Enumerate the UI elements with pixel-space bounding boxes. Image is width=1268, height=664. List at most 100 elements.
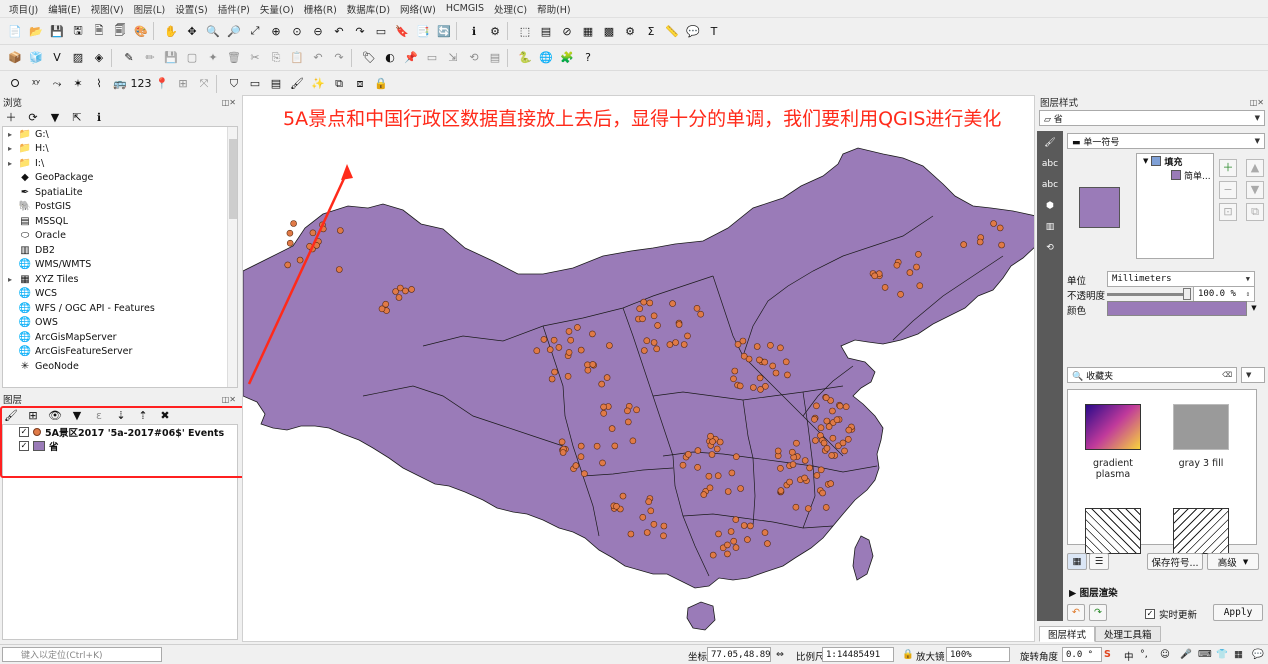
open-project-icon[interactable]: 📂 bbox=[27, 22, 45, 40]
opacity-slider[interactable] bbox=[1107, 288, 1191, 300]
opacity-slider-handle[interactable] bbox=[1183, 288, 1191, 300]
save-symbol-button[interactable]: 保存符号... bbox=[1147, 553, 1203, 570]
keyboard-icon[interactable]: ⌨ bbox=[1198, 649, 1212, 660]
save-edits-icon[interactable]: 💾 bbox=[162, 49, 180, 67]
tab-processing-toolbox[interactable]: 处理工具箱 bbox=[1095, 626, 1161, 642]
pin-labels-icon[interactable]: 📌 bbox=[402, 49, 420, 67]
refresh-icon[interactable]: ⟳ bbox=[24, 108, 42, 126]
menu-item[interactable]: 图层(L) bbox=[129, 2, 171, 16]
symbol-layer-tree[interactable]: ▼ 填充 简单... bbox=[1136, 153, 1214, 259]
attribute-table-icon[interactable]: ▦ bbox=[579, 22, 597, 40]
menu-item[interactable]: 数据库(D) bbox=[342, 2, 395, 16]
panel-close-icon[interactable]: ◫✕ bbox=[222, 98, 240, 107]
apply-button[interactable]: Apply bbox=[1213, 604, 1263, 621]
layer-paste-icon[interactable]: ⧈ bbox=[351, 75, 369, 93]
identify-icon[interactable]: ℹ bbox=[465, 22, 483, 40]
menu-item[interactable]: 设置(S) bbox=[170, 2, 212, 16]
refresh-icon[interactable]: 🔄 bbox=[435, 22, 453, 40]
mask-icon[interactable]: abc bbox=[1040, 176, 1060, 194]
new-project-icon[interactable]: 📄 bbox=[6, 22, 24, 40]
zoom-last-icon[interactable]: ↶ bbox=[330, 22, 348, 40]
label-tool-icon[interactable]: 🏷 bbox=[360, 49, 378, 67]
magic-wand-icon[interactable]: ✨ bbox=[309, 75, 327, 93]
renderer-select[interactable]: ▬ 单一符号 ▼ bbox=[1067, 133, 1265, 149]
georef-icon[interactable]: ⛉ bbox=[225, 75, 243, 93]
browser-item[interactable]: ▤ MSSQL bbox=[3, 214, 237, 229]
menu-item[interactable]: HCMGIS bbox=[441, 3, 489, 14]
symbol-tree-simple-row[interactable]: 简单... bbox=[1137, 168, 1213, 182]
menu-item[interactable]: 编辑(E) bbox=[43, 2, 85, 16]
text-annotation-icon[interactable]: T bbox=[705, 22, 723, 40]
python-console-icon[interactable]: 🐍 bbox=[516, 49, 534, 67]
rotation-field[interactable]: 0.0 ° bbox=[1062, 647, 1102, 662]
menu-item[interactable]: 视图(V) bbox=[86, 2, 129, 16]
delete-selected-icon[interactable]: 🗑 bbox=[225, 49, 243, 67]
diagrams-icon[interactable]: ▥ bbox=[1040, 218, 1060, 236]
zoom-selection-icon[interactable]: ⊕ bbox=[267, 22, 285, 40]
menu-item[interactable]: 处理(C) bbox=[489, 2, 532, 16]
count-icon[interactable]: 123 bbox=[131, 75, 152, 93]
browser-item[interactable]: 🌐 ArcGisFeatureServer bbox=[3, 345, 237, 360]
shape-tool-icon[interactable]: ⌇ bbox=[90, 75, 108, 93]
labels-icon[interactable]: abc bbox=[1040, 155, 1060, 173]
add-feature-icon[interactable]: ▢ bbox=[183, 49, 201, 67]
unit-select[interactable]: Millimeters ▼ bbox=[1107, 271, 1255, 287]
expand-arrow-icon[interactable]: ▸ bbox=[3, 144, 17, 153]
history-icon[interactable]: ⟲ bbox=[1040, 239, 1060, 257]
clear-icon[interactable]: ⌫ bbox=[1222, 371, 1236, 379]
microphone-icon[interactable]: 🎤 bbox=[1180, 649, 1192, 660]
paste-features-icon[interactable]: 📋 bbox=[288, 49, 306, 67]
pick-color-icon[interactable]: 🖌 bbox=[288, 75, 306, 93]
advanced-button[interactable]: 高级 ▼ bbox=[1207, 553, 1259, 570]
favorite-symbol[interactable]: gray 3 fill bbox=[1166, 404, 1236, 469]
split-tool-icon[interactable]: ⤧ bbox=[195, 75, 213, 93]
emoji-icon[interactable]: ☺ bbox=[1160, 649, 1170, 660]
redo-style-button[interactable]: ↷ bbox=[1089, 604, 1107, 621]
favorites-group-select[interactable]: ▼ bbox=[1241, 367, 1265, 383]
deselect-icon[interactable]: ⊘ bbox=[558, 22, 576, 40]
menu-item[interactable]: 栅格(R) bbox=[299, 2, 342, 16]
icon-view-button[interactable]: ▦ bbox=[1067, 553, 1087, 570]
opacity-spinbox[interactable]: 100.0 % ⇕ bbox=[1193, 286, 1255, 302]
browser-item[interactable]: ▥ DB2 bbox=[3, 243, 237, 258]
extent-icon[interactable]: ▭ bbox=[246, 75, 264, 93]
remove-symbol-layer-button[interactable]: − bbox=[1219, 181, 1237, 199]
help-icon[interactable]: ? bbox=[579, 49, 597, 67]
map-swipe-icon[interactable]: ▤ bbox=[267, 75, 285, 93]
color-button[interactable] bbox=[1107, 301, 1247, 316]
select-by-value-icon[interactable]: ▤ bbox=[537, 22, 555, 40]
collapse-all-icon[interactable]: ⇱ bbox=[68, 108, 86, 126]
lock-color-button[interactable]: ⊡ bbox=[1219, 203, 1237, 221]
browser-item[interactable]: ◆ GeoPackage bbox=[3, 171, 237, 186]
data-source-manager-icon[interactable]: 📦 bbox=[6, 49, 24, 67]
menu-item[interactable]: 网络(W) bbox=[395, 2, 441, 16]
layer-rendering-toggle[interactable]: ▶ 图层渲染 bbox=[1069, 585, 1118, 599]
layer-select[interactable]: ▱ 省 ▼ bbox=[1039, 110, 1265, 126]
list-view-button[interactable]: ☰ bbox=[1089, 553, 1109, 570]
magnifier-field[interactable]: 100% bbox=[946, 647, 1010, 662]
layer-copy-icon[interactable]: ⧉ bbox=[330, 75, 348, 93]
change-label-icon[interactable]: ▤ bbox=[486, 49, 504, 67]
menu-item[interactable]: 项目(J) bbox=[4, 2, 43, 16]
duplicate-button[interactable]: ⧉ bbox=[1246, 203, 1264, 221]
undo-style-button[interactable]: ↶ bbox=[1067, 604, 1085, 621]
favorites-search[interactable]: 🔍 收藏夹 ⌫ bbox=[1067, 367, 1237, 383]
save-as-icon[interactable]: 🖫 bbox=[69, 22, 87, 40]
color-dropdown-icon[interactable]: ▼ bbox=[1249, 301, 1259, 316]
lock-scale-icon[interactable]: 🔒 bbox=[372, 75, 390, 93]
save-project-icon[interactable]: 💾 bbox=[48, 22, 66, 40]
web-service-icon[interactable]: 🌐 bbox=[537, 49, 555, 67]
favorite-symbol[interactable]: gradient plasma bbox=[1078, 404, 1148, 480]
field-calculator-icon[interactable]: ▩ bbox=[600, 22, 618, 40]
xy-tool-icon[interactable]: ᵡʸ bbox=[27, 75, 45, 93]
browser-item[interactable]: ▸ 📁 H:\ bbox=[3, 142, 237, 157]
punctuation-icon[interactable]: °, bbox=[1140, 649, 1148, 660]
browser-item[interactable]: ✳ GeoNode bbox=[3, 359, 237, 374]
vertex-tool-icon[interactable]: ✦ bbox=[204, 49, 222, 67]
zoom-layer-icon[interactable]: ⊙ bbox=[288, 22, 306, 40]
browser-item[interactable]: 🌐 ArcGisMapServer bbox=[3, 330, 237, 345]
statistics-icon[interactable]: Σ bbox=[642, 22, 660, 40]
new-layer-icon[interactable]: 🧊 bbox=[27, 49, 45, 67]
add-selected-layers-icon[interactable]: ＋ bbox=[2, 108, 20, 126]
language-icon[interactable]: 中 bbox=[1124, 649, 1134, 663]
